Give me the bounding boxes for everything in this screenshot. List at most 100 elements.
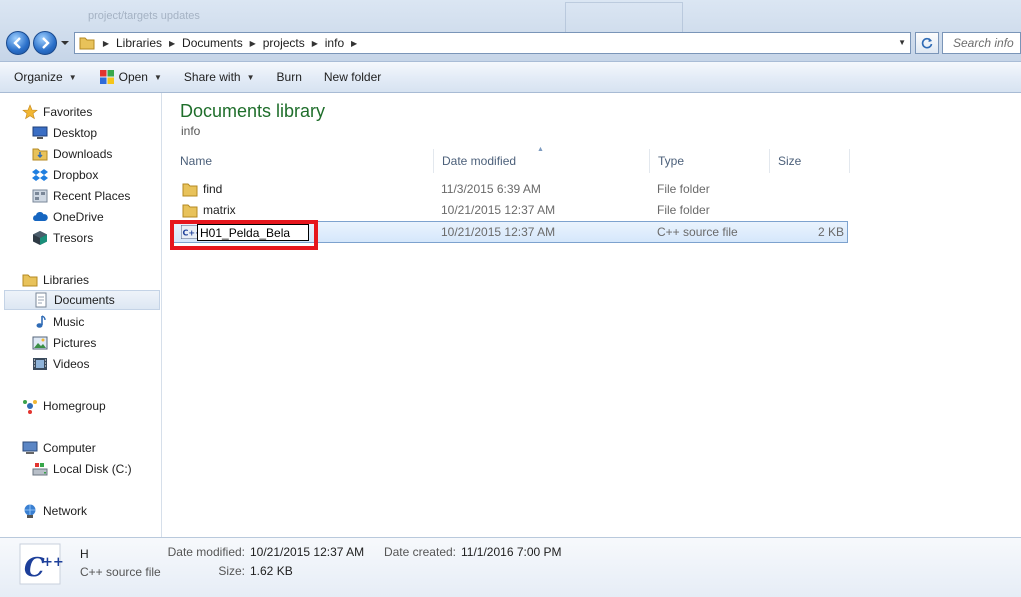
- chevron-right-icon[interactable]: ▶: [246, 39, 260, 48]
- name-cell: find: [172, 179, 222, 200]
- breadcrumb-documents[interactable]: Documents: [179, 36, 246, 50]
- nav-libraries[interactable]: Libraries: [22, 270, 89, 290]
- nav-label: Pictures: [53, 336, 97, 350]
- nav-label: Computer: [43, 441, 96, 455]
- history-dropdown-icon[interactable]: [60, 37, 70, 49]
- name-cell: matrix: [172, 200, 236, 221]
- detail-size: 1.62 KB: [250, 564, 293, 578]
- nav-label: Recent Places: [53, 189, 131, 203]
- search-input[interactable]: Search info: [942, 32, 1021, 54]
- file-name: find: [203, 182, 223, 196]
- nav-downloads[interactable]: Downloads: [32, 144, 112, 164]
- open-label: Open: [118, 70, 148, 84]
- tresors-cube-icon: [32, 230, 48, 246]
- rename-input[interactable]: [197, 224, 309, 241]
- chevron-down-icon: ▼: [153, 72, 162, 82]
- nav-onedrive[interactable]: OneDrive: [32, 207, 104, 227]
- file-date: 10/21/2015 12:37 AM: [441, 225, 556, 239]
- detail-date-created: 11/1/2016 7:00 PM: [461, 545, 562, 559]
- detail-date-created-label: Date created:: [383, 545, 456, 559]
- library-subtitle: info: [181, 124, 201, 138]
- homegroup-icon: [22, 398, 38, 414]
- background-window-title: project/targets updates: [88, 10, 200, 22]
- forward-button[interactable]: [33, 31, 57, 55]
- column-header-size[interactable]: Size: [770, 149, 850, 173]
- documents-icon: [33, 292, 49, 308]
- column-header-name[interactable]: Name: [172, 149, 434, 173]
- nav-label: Favorites: [43, 105, 93, 119]
- column-headers: Name Date modified ▲ Type Size: [172, 146, 850, 173]
- open-button[interactable]: Open ▼: [99, 69, 162, 85]
- organize-button[interactable]: Organize ▼: [14, 70, 77, 84]
- chevron-down-icon[interactable]: ▼: [898, 38, 906, 47]
- nav-pictures[interactable]: Pictures: [32, 333, 96, 353]
- star-icon: [22, 104, 38, 120]
- nav-favorites[interactable]: Favorites: [22, 102, 92, 122]
- nav-tresors[interactable]: Tresors: [32, 228, 93, 248]
- breadcrumb-info[interactable]: info: [322, 36, 347, 50]
- breadcrumb-projects[interactable]: projects: [260, 36, 308, 50]
- refresh-button[interactable]: [915, 32, 939, 54]
- burn-button[interactable]: Burn: [277, 70, 302, 84]
- share-with-button[interactable]: Share with ▼: [184, 70, 255, 84]
- file-name: matrix: [203, 203, 236, 217]
- file-row[interactable]: matrix 10/21/2015 12:37 AM File folder: [172, 200, 848, 221]
- file-row[interactable]: find 11/3/2015 6:39 AM File folder: [172, 179, 848, 200]
- svg-text:++: ++: [42, 555, 64, 570]
- breadcrumb-libraries[interactable]: Libraries: [113, 36, 165, 50]
- nav-homegroup[interactable]: Homegroup: [22, 396, 106, 416]
- file-type: File folder: [657, 182, 710, 196]
- command-toolbar: Organize ▼ Open ▼ Share with ▼ Burn New …: [0, 62, 1021, 93]
- nav-music[interactable]: Music: [32, 312, 84, 332]
- chevron-right-icon[interactable]: ▶: [165, 39, 179, 48]
- nav-computer[interactable]: Computer: [22, 438, 96, 458]
- address-toolbar: project/targets updates ▶ Libraries ▶ Do…: [0, 0, 1021, 62]
- folder-icon: [182, 204, 198, 217]
- chevron-right-icon[interactable]: ▶: [347, 39, 361, 48]
- details-pane: C ++ H C++ source file Date modified: 10…: [0, 537, 1021, 597]
- chevron-right-icon[interactable]: ▶: [308, 39, 322, 48]
- nav-local-disk[interactable]: Local Disk (C:): [32, 459, 132, 479]
- nav-videos[interactable]: Videos: [32, 354, 89, 374]
- nav-label: Local Disk (C:): [53, 462, 132, 476]
- dropbox-icon: [32, 167, 48, 183]
- nav-recent-places[interactable]: Recent Places: [32, 186, 130, 206]
- nav-network[interactable]: Network: [22, 501, 87, 521]
- back-button[interactable]: [6, 31, 30, 55]
- folder-icon: [79, 37, 95, 50]
- file-type: File folder: [657, 203, 710, 217]
- file-size: 2 KB: [818, 225, 845, 239]
- nav-label: Music: [53, 315, 85, 329]
- music-note-icon: [32, 314, 48, 330]
- new-folder-button[interactable]: New folder: [324, 70, 381, 84]
- nav-label: Libraries: [43, 273, 90, 287]
- file-date: 10/21/2015 12:37 AM: [441, 203, 556, 217]
- file-row-selected[interactable]: C++ 10/21/2015 12:37 AM C++ source file …: [172, 221, 848, 243]
- refresh-icon: [921, 37, 933, 49]
- local-disk-icon: [32, 461, 48, 477]
- library-title: Documents library: [180, 101, 326, 121]
- folder-icon: [182, 183, 198, 196]
- address-bar[interactable]: ▶ Libraries ▶ Documents ▶ projects ▶ inf…: [74, 32, 911, 54]
- onedrive-icon: [32, 209, 48, 225]
- nav-label: Desktop: [53, 126, 98, 140]
- detail-file-type: C++ source file: [80, 565, 161, 579]
- nav-label: OneDrive: [53, 210, 104, 224]
- nav-label: Homegroup: [43, 399, 106, 413]
- nav-desktop[interactable]: Desktop: [32, 123, 97, 143]
- chevron-right-icon[interactable]: ▶: [99, 39, 113, 48]
- video-film-icon: [32, 356, 48, 372]
- file-type: C++ source file: [657, 225, 738, 239]
- nav-documents[interactable]: Documents: [4, 290, 160, 310]
- recent-places-icon: [32, 188, 48, 204]
- cpp-file-large-icon: C ++: [19, 543, 64, 585]
- nav-label: Tresors: [53, 231, 94, 245]
- detail-file-name: H: [80, 547, 89, 561]
- column-header-type[interactable]: Type: [650, 149, 770, 173]
- share-with-label: Share with: [183, 70, 241, 84]
- file-date: 11/3/2015 6:39 AM: [441, 182, 541, 196]
- nav-dropbox[interactable]: Dropbox: [32, 165, 98, 185]
- pictures-icon: [32, 335, 48, 351]
- detail-date-modified: 10/21/2015 12:37 AM: [250, 545, 365, 559]
- open-app-icon: [99, 70, 114, 84]
